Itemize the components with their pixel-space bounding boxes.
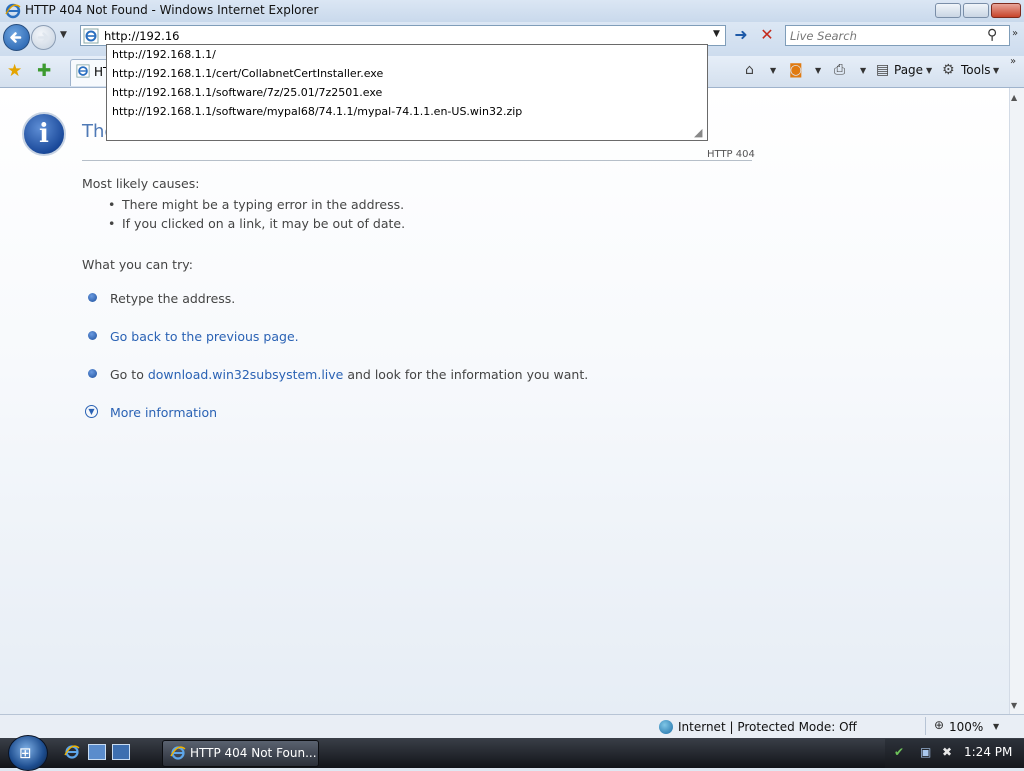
more-information-link[interactable]: More information bbox=[110, 405, 217, 420]
go-to-prefix: Go to bbox=[110, 367, 144, 382]
forward-button[interactable] bbox=[31, 25, 56, 50]
back-button[interactable] bbox=[3, 24, 30, 51]
site-link[interactable]: download.win32subsystem.live bbox=[148, 367, 344, 382]
page-dropdown-icon[interactable]: ▼ bbox=[926, 66, 932, 75]
status-divider bbox=[925, 717, 926, 735]
taskbar-ie-icon bbox=[170, 746, 186, 760]
maximize-button[interactable] bbox=[963, 3, 989, 18]
network-icon[interactable]: ▣ bbox=[920, 745, 931, 759]
add-favorites-icon[interactable]: ✚ bbox=[37, 61, 51, 81]
windows-flag-icon: ⊞ bbox=[19, 744, 32, 762]
show-desktop-icon[interactable] bbox=[88, 744, 106, 760]
page-ie-icon bbox=[83, 28, 99, 44]
tools-dropdown-icon[interactable]: ▼ bbox=[993, 66, 999, 75]
cause-text: There might be a typing error in the add… bbox=[122, 197, 405, 212]
page-menu-button[interactable]: Page bbox=[894, 63, 923, 77]
page-icon[interactable]: ▤ bbox=[876, 62, 889, 78]
autocomplete-item[interactable]: http://192.168.1.1/ bbox=[112, 48, 216, 61]
go-to-suffix: and look for the information you want. bbox=[347, 367, 589, 382]
zoom-magnifier-icon[interactable]: ⊕ bbox=[934, 718, 944, 732]
search-icon[interactable]: ⚲ bbox=[987, 27, 997, 43]
autocomplete-item[interactable]: http://192.168.1.1/cert/CollabnetCertIns… bbox=[112, 67, 383, 80]
recent-pages-dropdown-icon[interactable]: ▼ bbox=[60, 30, 67, 40]
gear-icon[interactable]: ⚙ bbox=[942, 62, 955, 78]
go-button[interactable]: ➜ bbox=[730, 25, 752, 46]
favorites-star-icon[interactable]: ★ bbox=[7, 61, 22, 81]
stop-button[interactable]: ✕ bbox=[756, 25, 778, 46]
vertical-scrollbar[interactable] bbox=[1009, 88, 1024, 714]
tools-menu-button[interactable]: Tools bbox=[961, 63, 991, 77]
go-back-link[interactable]: Go back to the previous page. bbox=[110, 329, 299, 344]
printer-icon[interactable]: ⎙ bbox=[834, 62, 845, 78]
back-arrow-icon bbox=[10, 32, 22, 43]
heading-divider bbox=[82, 160, 752, 161]
scroll-down-arrow-icon[interactable]: ▼ bbox=[1011, 701, 1017, 710]
safety-center-icon[interactable]: ✔ bbox=[894, 745, 904, 759]
switch-windows-icon[interactable] bbox=[112, 744, 130, 760]
information-icon: i bbox=[22, 112, 66, 156]
clock[interactable]: 1:24 PM bbox=[964, 745, 1012, 759]
tab-ie-icon bbox=[76, 64, 90, 78]
bullet-icon bbox=[88, 331, 97, 340]
resize-grip-icon[interactable]: ◢ bbox=[694, 126, 702, 139]
home-dropdown-icon[interactable]: ▼ bbox=[770, 66, 776, 75]
try-label: What you can try: bbox=[82, 257, 193, 272]
http-status-code: HTTP 404 bbox=[707, 149, 755, 160]
print-dropdown-icon[interactable]: ▼ bbox=[860, 66, 866, 75]
security-zone-text[interactable]: Internet | Protected Mode: Off bbox=[678, 720, 857, 734]
minimize-button[interactable] bbox=[935, 3, 961, 18]
zoom-level[interactable]: 100% bbox=[949, 720, 983, 734]
address-dropdown-icon[interactable]: ▼ bbox=[713, 29, 720, 39]
feeds-dropdown-icon[interactable]: ▼ bbox=[815, 66, 821, 75]
autocomplete-item[interactable]: http://192.168.1.1/software/7z/25.01/7z2… bbox=[112, 86, 382, 99]
autocomplete-item[interactable]: http://192.168.1.1/software/mypal68/74.1… bbox=[112, 105, 522, 118]
search-input[interactable] bbox=[790, 27, 980, 44]
scroll-up-arrow-icon[interactable]: ▲ bbox=[1011, 93, 1017, 102]
address-input[interactable] bbox=[104, 27, 704, 44]
go-to-site-line: Go to download.win32subsystem.live and l… bbox=[110, 367, 588, 382]
taskbar bbox=[0, 738, 1024, 768]
cause-text: If you clicked on a link, it may be out … bbox=[122, 216, 406, 231]
more-commands-icon[interactable]: » bbox=[1010, 56, 1016, 67]
window-title: HTTP 404 Not Found - Windows Internet Ex… bbox=[25, 3, 319, 17]
taskbar-window-label[interactable]: HTTP 404 Not Foun... bbox=[190, 746, 317, 760]
causes-label: Most likely causes: bbox=[82, 176, 200, 191]
bullet-icon bbox=[88, 293, 97, 302]
status-bar bbox=[0, 714, 1024, 738]
home-icon[interactable]: ⌂ bbox=[745, 62, 754, 78]
expand-chevron-icon[interactable]: ▼ bbox=[85, 405, 98, 418]
rss-feed-icon[interactable]: ◙ bbox=[789, 62, 803, 78]
quicklaunch-ie-icon[interactable] bbox=[63, 744, 81, 760]
search-options-icon[interactable]: » bbox=[1012, 28, 1018, 39]
bullet-icon bbox=[88, 369, 97, 378]
forward-arrow-icon bbox=[37, 32, 49, 43]
globe-icon bbox=[659, 720, 673, 734]
retype-address-text: Retype the address. bbox=[110, 291, 236, 306]
zoom-dropdown-icon[interactable]: ▼ bbox=[993, 722, 999, 731]
close-button[interactable] bbox=[991, 3, 1021, 18]
internet-explorer-icon bbox=[5, 3, 21, 19]
volume-muted-icon[interactable]: ✖ bbox=[942, 745, 952, 759]
